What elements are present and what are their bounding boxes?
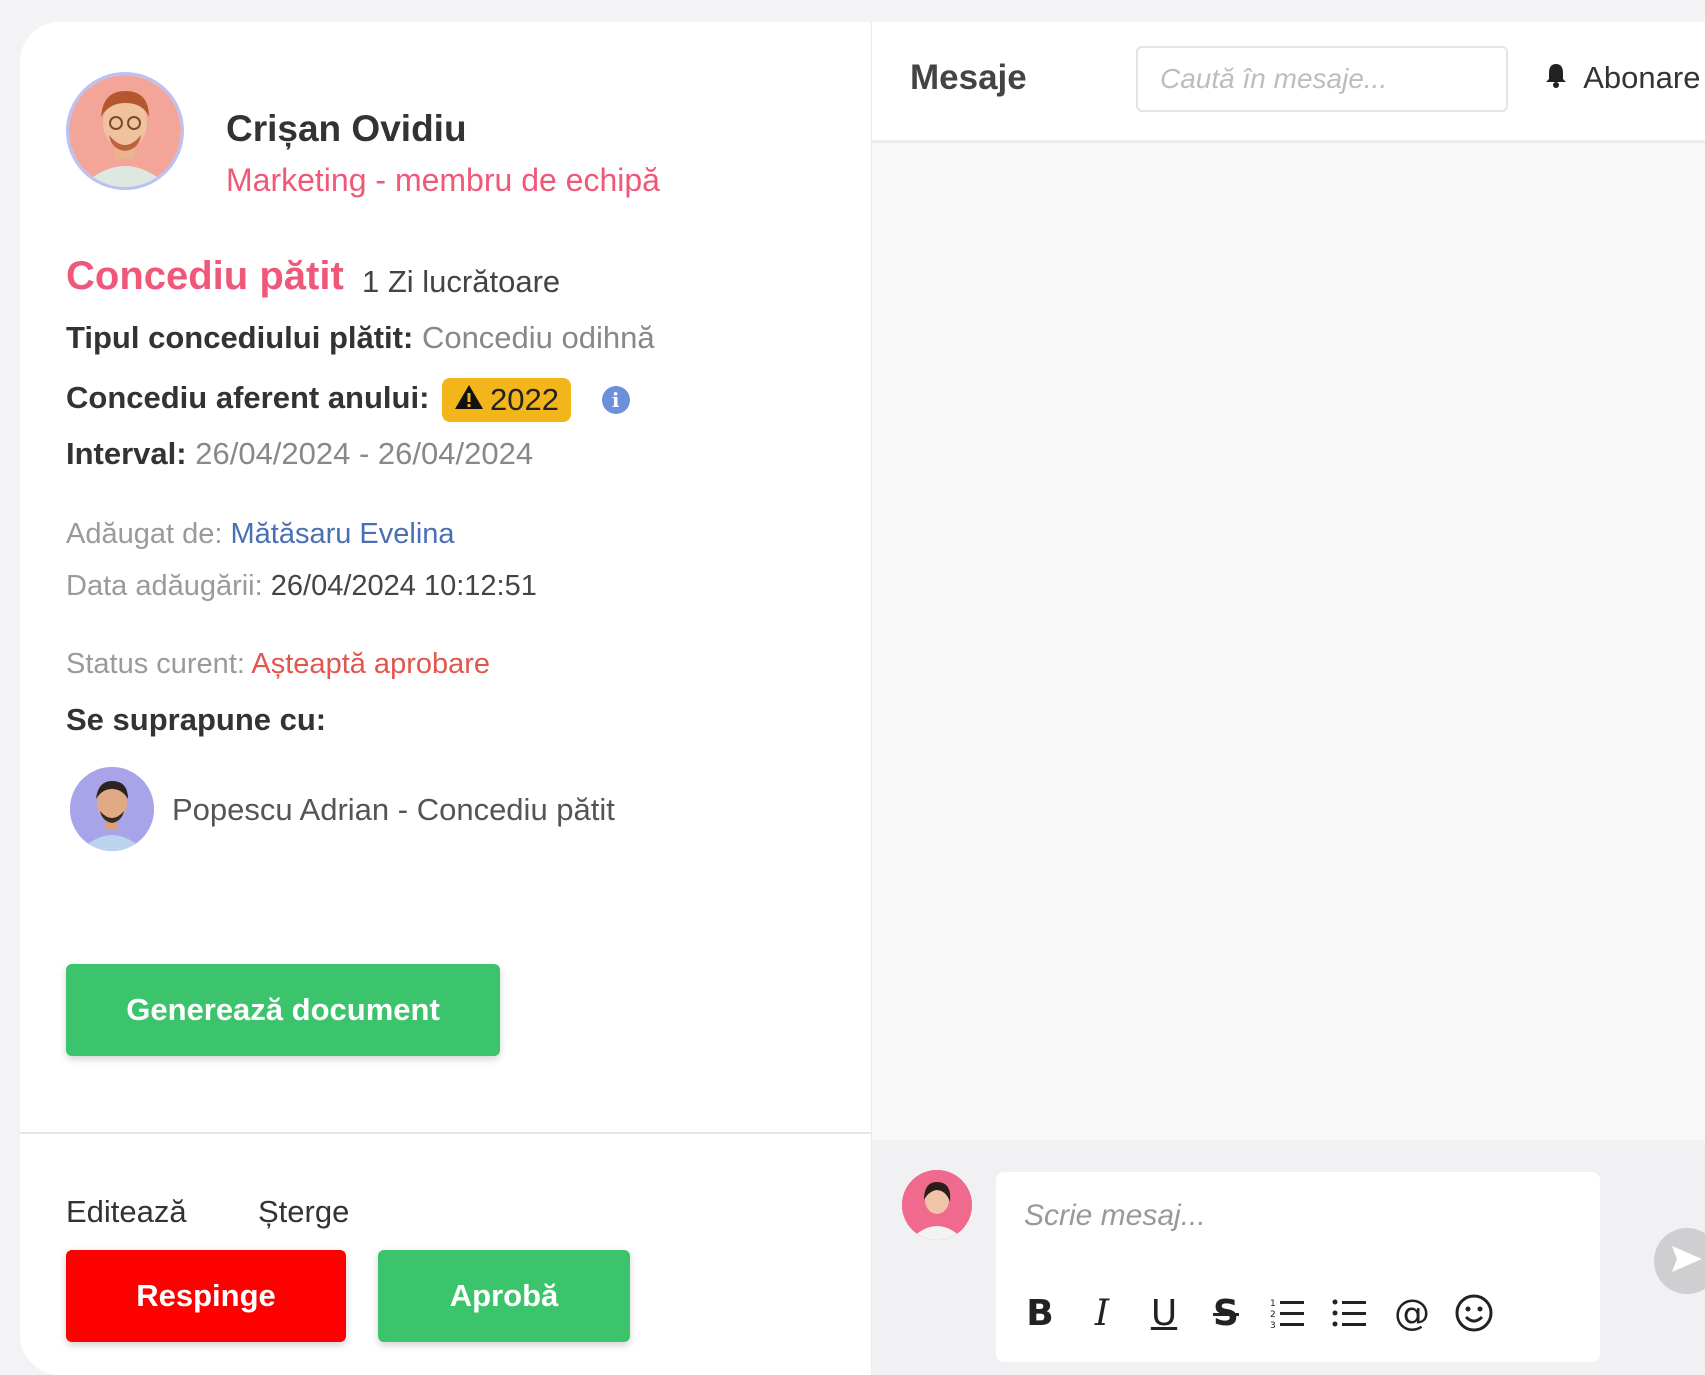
message-input[interactable] xyxy=(1022,1190,1566,1242)
edit-link[interactable]: Editează xyxy=(66,1194,187,1230)
bell-icon xyxy=(1544,64,1575,94)
overlap-item: Popescu Adrian - Concediu pătit xyxy=(172,792,615,827)
status-value: Așteaptă aprobare xyxy=(251,648,491,680)
delete-link[interactable]: Șterge xyxy=(258,1194,349,1230)
leave-type-label: Tipul concediului plătit: xyxy=(66,320,414,355)
added-date-label: Data adăugării: xyxy=(66,570,263,602)
leave-type-row: Tipul concediului plătit: Concediu odihn… xyxy=(66,320,655,356)
added-date-value: 26/04/2024 10:12:51 xyxy=(270,570,537,602)
leave-details-panel: Crișan Ovidiu Marketing - membru de echi… xyxy=(20,22,871,1375)
added-by-link[interactable]: Mătăsaru Evelina xyxy=(230,518,454,550)
message-search-input[interactable] xyxy=(1136,46,1508,112)
subscribe-button[interactable]: Abonare xyxy=(1544,60,1700,96)
messages-header: Mesaje Abonare xyxy=(872,22,1705,143)
leave-type-title: Concediu pătit xyxy=(66,254,344,298)
subscribe-label: Abonare xyxy=(1583,60,1701,95)
warning-icon xyxy=(454,384,484,418)
employee-avatar xyxy=(66,72,184,190)
messages-title: Mesaje xyxy=(910,58,1027,97)
leave-year-row: Concediu aferent anului: 2022 i xyxy=(66,378,630,422)
added-date-row: Data adăugării: 26/04/2024 10:12:51 xyxy=(66,570,537,603)
approve-button[interactable]: Aprobă xyxy=(378,1250,630,1342)
leave-type-value: Concediu odihnă xyxy=(421,320,655,355)
leave-year-label: Concediu aferent anului: xyxy=(66,380,430,416)
divider xyxy=(20,1132,871,1134)
ordered-list-icon[interactable]: 123 xyxy=(1268,1290,1308,1336)
interval-value: 26/04/2024 - 26/04/2024 xyxy=(195,436,534,471)
year-badge-value: 2022 xyxy=(490,382,560,417)
current-user-avatar xyxy=(902,1170,972,1240)
overlap-avatar xyxy=(70,767,154,851)
leave-request-card: Crișan Ovidiu Marketing - membru de echi… xyxy=(20,22,1705,1375)
italic-icon[interactable]: I xyxy=(1082,1290,1122,1336)
employee-name: Crișan Ovidiu xyxy=(226,108,467,149)
underline-icon[interactable]: U xyxy=(1144,1290,1184,1336)
messages-panel: Mesaje Abonare B I U S xyxy=(871,22,1705,1375)
added-by-row: Adăugat de: Mătăsaru Evelina xyxy=(66,518,455,551)
status-row: Status curent: Așteaptă aprobare xyxy=(66,648,490,681)
info-icon[interactable]: i xyxy=(601,386,630,414)
year-badge: 2022 xyxy=(442,378,572,422)
added-by-label: Adăugat de: xyxy=(66,518,223,550)
overlap-title: Se suprapune cu: xyxy=(66,702,327,737)
bold-icon[interactable]: B xyxy=(1020,1290,1060,1336)
send-icon xyxy=(1670,1244,1704,1279)
message-composer: B I U S 123 @ xyxy=(996,1172,1600,1362)
strikethrough-icon[interactable]: S xyxy=(1206,1290,1246,1336)
mention-icon[interactable]: @ xyxy=(1392,1290,1432,1336)
formatting-toolbar: B I U S 123 @ xyxy=(1020,1290,1494,1336)
emoji-icon[interactable] xyxy=(1454,1290,1494,1336)
generate-document-button[interactable]: Generează document xyxy=(66,964,500,1056)
employee-role: Marketing - membru de echipă xyxy=(226,162,660,198)
status-label: Status curent: xyxy=(66,648,245,680)
reject-button[interactable]: Respinge xyxy=(66,1250,346,1342)
leave-duration: 1 Zi lucrătoare xyxy=(362,264,561,299)
svg-text:2: 2 xyxy=(1270,1310,1276,1320)
svg-text:1: 1 xyxy=(1270,1299,1276,1309)
interval-row: Interval: 26/04/2024 - 26/04/2024 xyxy=(66,436,533,472)
svg-text:3: 3 xyxy=(1270,1321,1276,1330)
bullet-list-icon[interactable] xyxy=(1330,1290,1370,1336)
interval-label: Interval: xyxy=(66,436,187,471)
